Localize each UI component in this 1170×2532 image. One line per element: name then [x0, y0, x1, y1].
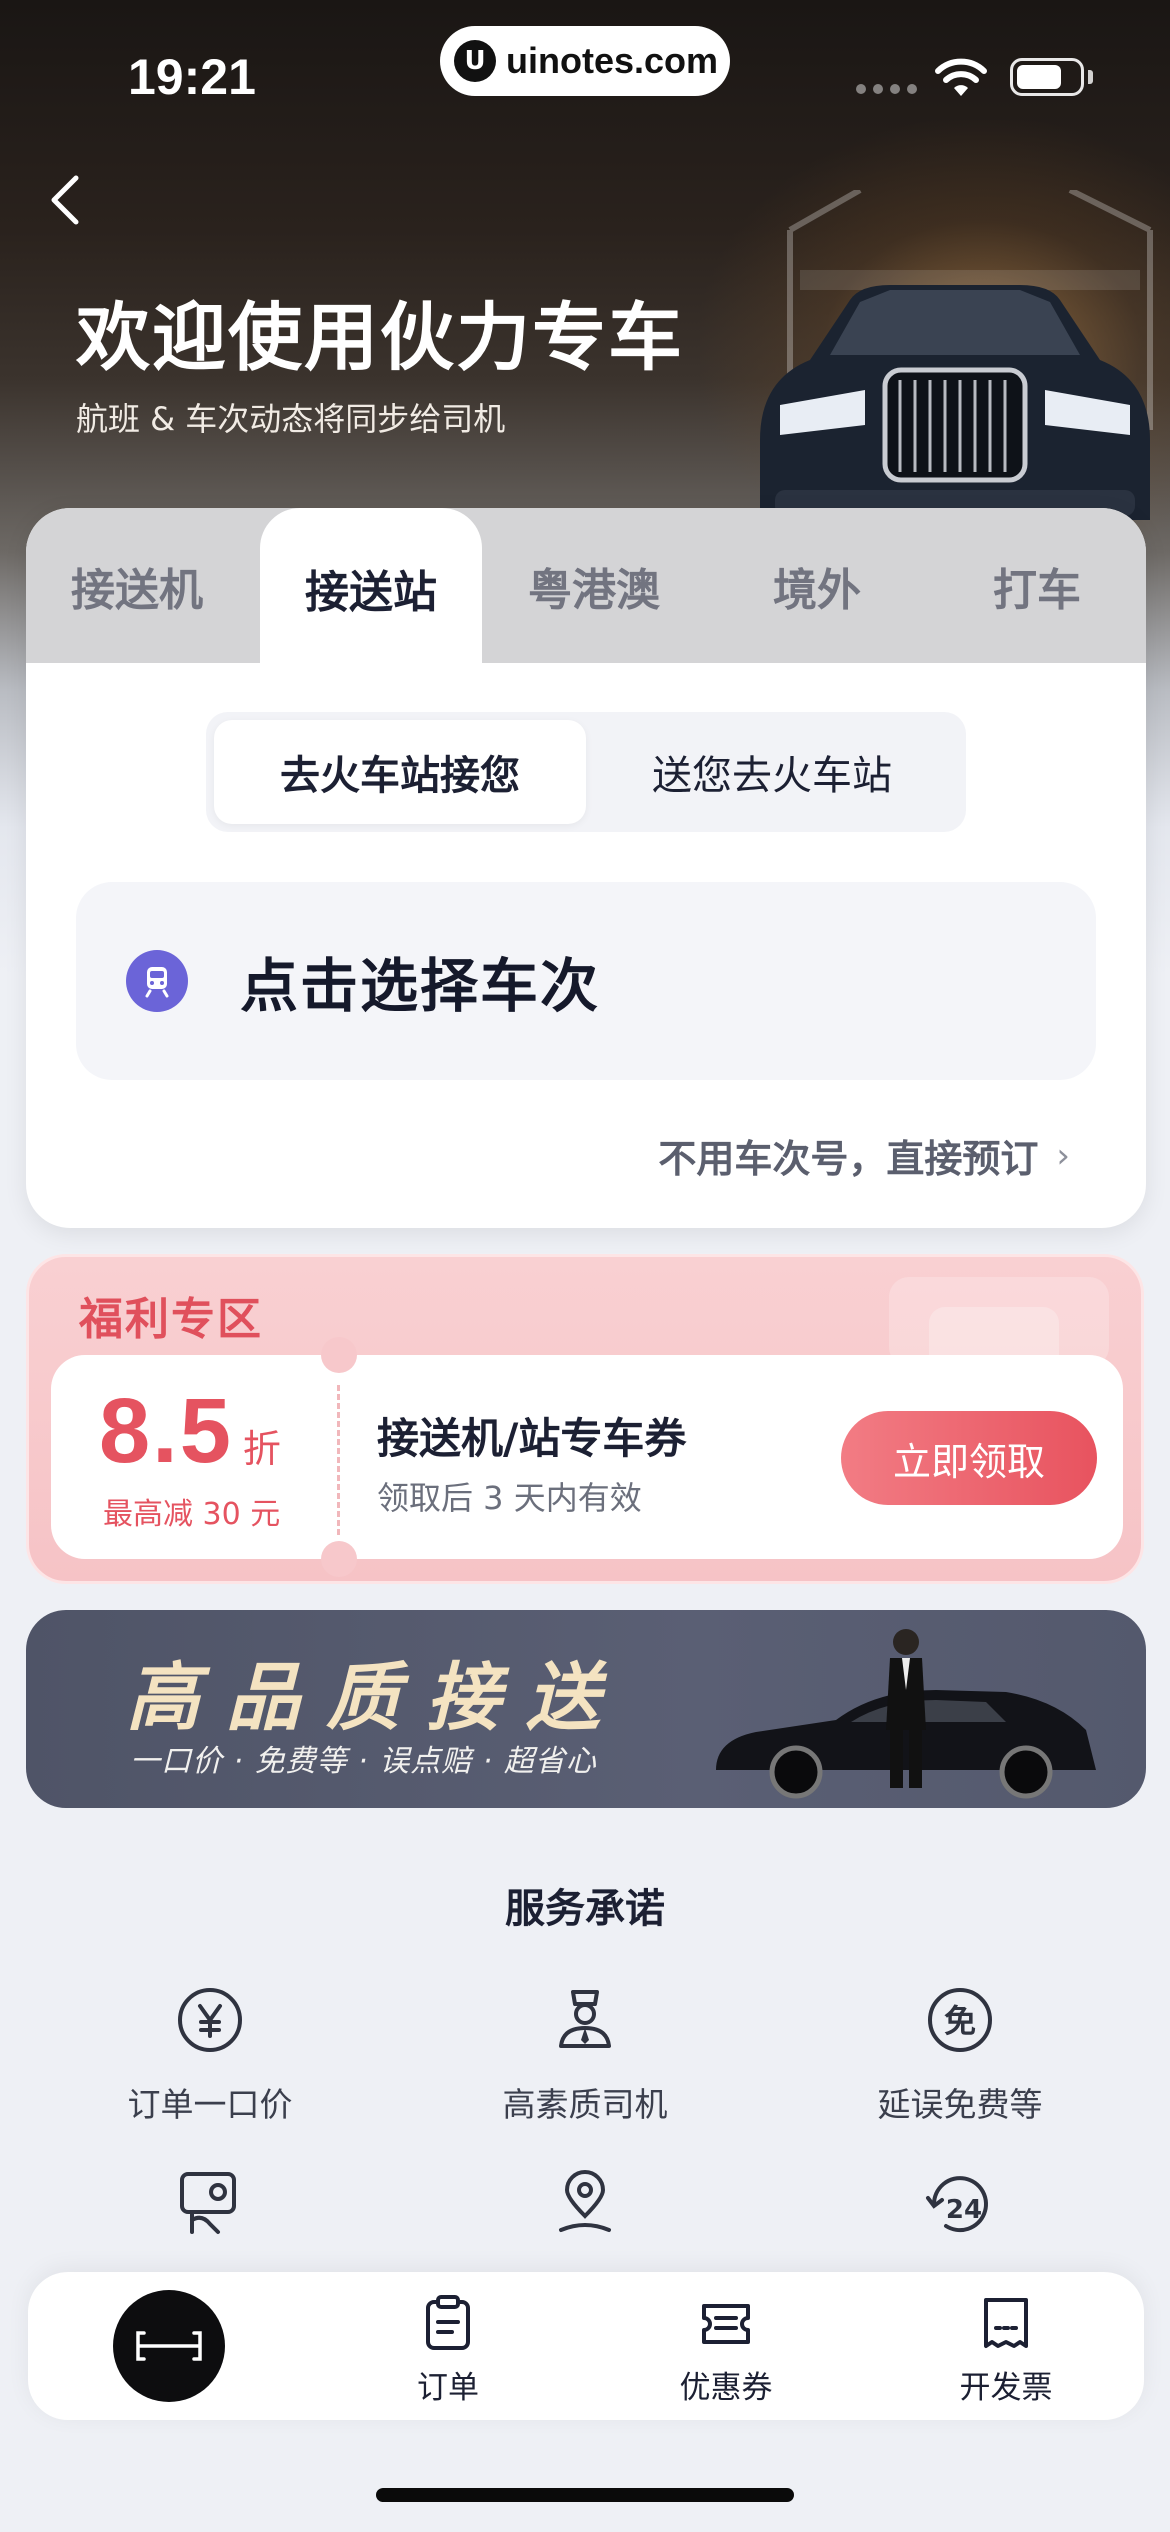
home-indicator[interactable] [376, 2488, 794, 2502]
coupon-discount: 8.5 折 [99, 1379, 281, 1484]
tab-station[interactable]: 接送站 [260, 508, 482, 668]
coupon-card: 8.5 折 最高减 30 元 接送机/站专车券 领取后 3 天内有效 立即领取 [51, 1337, 1123, 1577]
compensation-icon [180, 2172, 236, 2234]
coupon-divider [337, 1385, 340, 1535]
promise-fixed-price: 订单一口价 [60, 1980, 360, 2126]
select-train-label: 点击选择车次 [240, 952, 601, 1020]
direct-book-label: 不用车次号，直接预订 [658, 1137, 1039, 1181]
promise-label: 高素质司机 [502, 2085, 668, 2124]
battery-icon [1010, 58, 1084, 96]
banner-title: 高品质接送 [126, 1655, 626, 1741]
promise-free-wait: 免 延误免费等 [810, 1980, 1110, 2126]
24-hour-icon: 24 [926, 2176, 988, 2233]
select-train-button[interactable]: 点击选择车次 [76, 882, 1096, 1080]
nav-invoice[interactable]: 开发票 [916, 2294, 1096, 2407]
bottom-nav: 订单 优惠券 开发票 [28, 2272, 1144, 2420]
welfare-section: 福利专区 8.5 折 最高减 30 元 接送机/站专车券 领取后 3 天内有效 … [26, 1254, 1144, 1584]
coupon-validity: 领取后 3 天内有效 [377, 1479, 642, 1517]
discount-cap: 最高减 30 元 [103, 1497, 281, 1532]
url-text: uinotes.com [506, 40, 719, 81]
driver-icon [559, 1990, 611, 2048]
home-logo-icon[interactable] [113, 2290, 225, 2402]
nav-label: 优惠券 [679, 2370, 773, 2406]
url-pill[interactable]: U uinotes.com [440, 26, 730, 96]
tab-airport[interactable]: 接送机 [26, 508, 248, 663]
chevron-right-icon: › [1056, 1135, 1070, 1176]
service-promise-title: 服务承诺 [505, 1886, 665, 1932]
cellular-signal-icon [856, 84, 917, 94]
status-time: 19:21 [128, 49, 256, 105]
nav-coupons[interactable]: 优惠券 [636, 2294, 816, 2407]
promo-banner[interactable]: 高品质接送 一口价 · 免费等 · 误点赔 · 超省心 [26, 1610, 1146, 1808]
banner-subtitle: 一口价 · 免费等 · 误点赔 · 超省心 [130, 1744, 597, 1779]
coupon-notch-top [321, 1337, 357, 1373]
location-guide-icon [559, 2170, 611, 2232]
promise-location-guide [435, 2164, 735, 2248]
page-title: 欢迎使用伙力专车 [76, 295, 684, 381]
chevron-left-icon[interactable] [42, 170, 92, 230]
clipboard-icon [426, 2295, 470, 2350]
uinotes-logo-icon: U [454, 40, 496, 82]
discount-value: 8.5 [99, 1380, 233, 1482]
wifi-icon [935, 58, 987, 96]
direction-segment: 去火车站接您 送您去火车站 [206, 712, 966, 832]
promise-label: 订单一口价 [127, 2085, 293, 2124]
discount-unit: 折 [242, 1427, 281, 1471]
direct-book-link[interactable]: 不用车次号，直接预订 › [658, 1128, 1070, 1183]
chauffeur-car-illustration [716, 1629, 1096, 1799]
segment-dropoff[interactable]: 送您去火车站 [586, 720, 958, 824]
svg-text:免: 免 [944, 2002, 976, 2040]
tab-gba[interactable]: 粤港澳 [483, 508, 705, 663]
segment-pickup[interactable]: 去火车站接您 [214, 720, 586, 824]
coupon-notch-bottom [321, 1541, 357, 1577]
promise-compensation [60, 2164, 360, 2248]
welfare-title: 福利专区 [79, 1294, 263, 1345]
promise-driver: 高素质司机 [435, 1980, 735, 2126]
promise-label: 延误免费等 [877, 2085, 1043, 2124]
svg-text:24: 24 [946, 2195, 982, 2225]
battery-tip [1088, 70, 1093, 84]
ticket-icon [702, 2304, 750, 2344]
train-icon [126, 950, 188, 1012]
nav-orders[interactable]: 订单 [358, 2294, 538, 2407]
claim-coupon-button[interactable]: 立即领取 [841, 1411, 1097, 1505]
nav-label: 开发票 [959, 2370, 1053, 2406]
invoice-icon [984, 2298, 1028, 2348]
tab-overseas[interactable]: 境外 [706, 508, 928, 663]
booking-card: 接送机 接送站 粤港澳 境外 打车 去火车站接您 送您去火车站 点击选择车次 不… [26, 508, 1146, 1228]
promise-24h: 24 [810, 2164, 1110, 2248]
tab-taxi[interactable]: 打车 [926, 508, 1146, 663]
free-circle-icon: 免 [928, 1988, 992, 2052]
coupon-name: 接送机/站专车券 [377, 1414, 687, 1463]
page-subtitle: 航班 & 车次动态将同步给司机 [76, 400, 506, 438]
yen-circle-icon [178, 1988, 242, 2052]
nav-label: 订单 [417, 2370, 479, 2406]
